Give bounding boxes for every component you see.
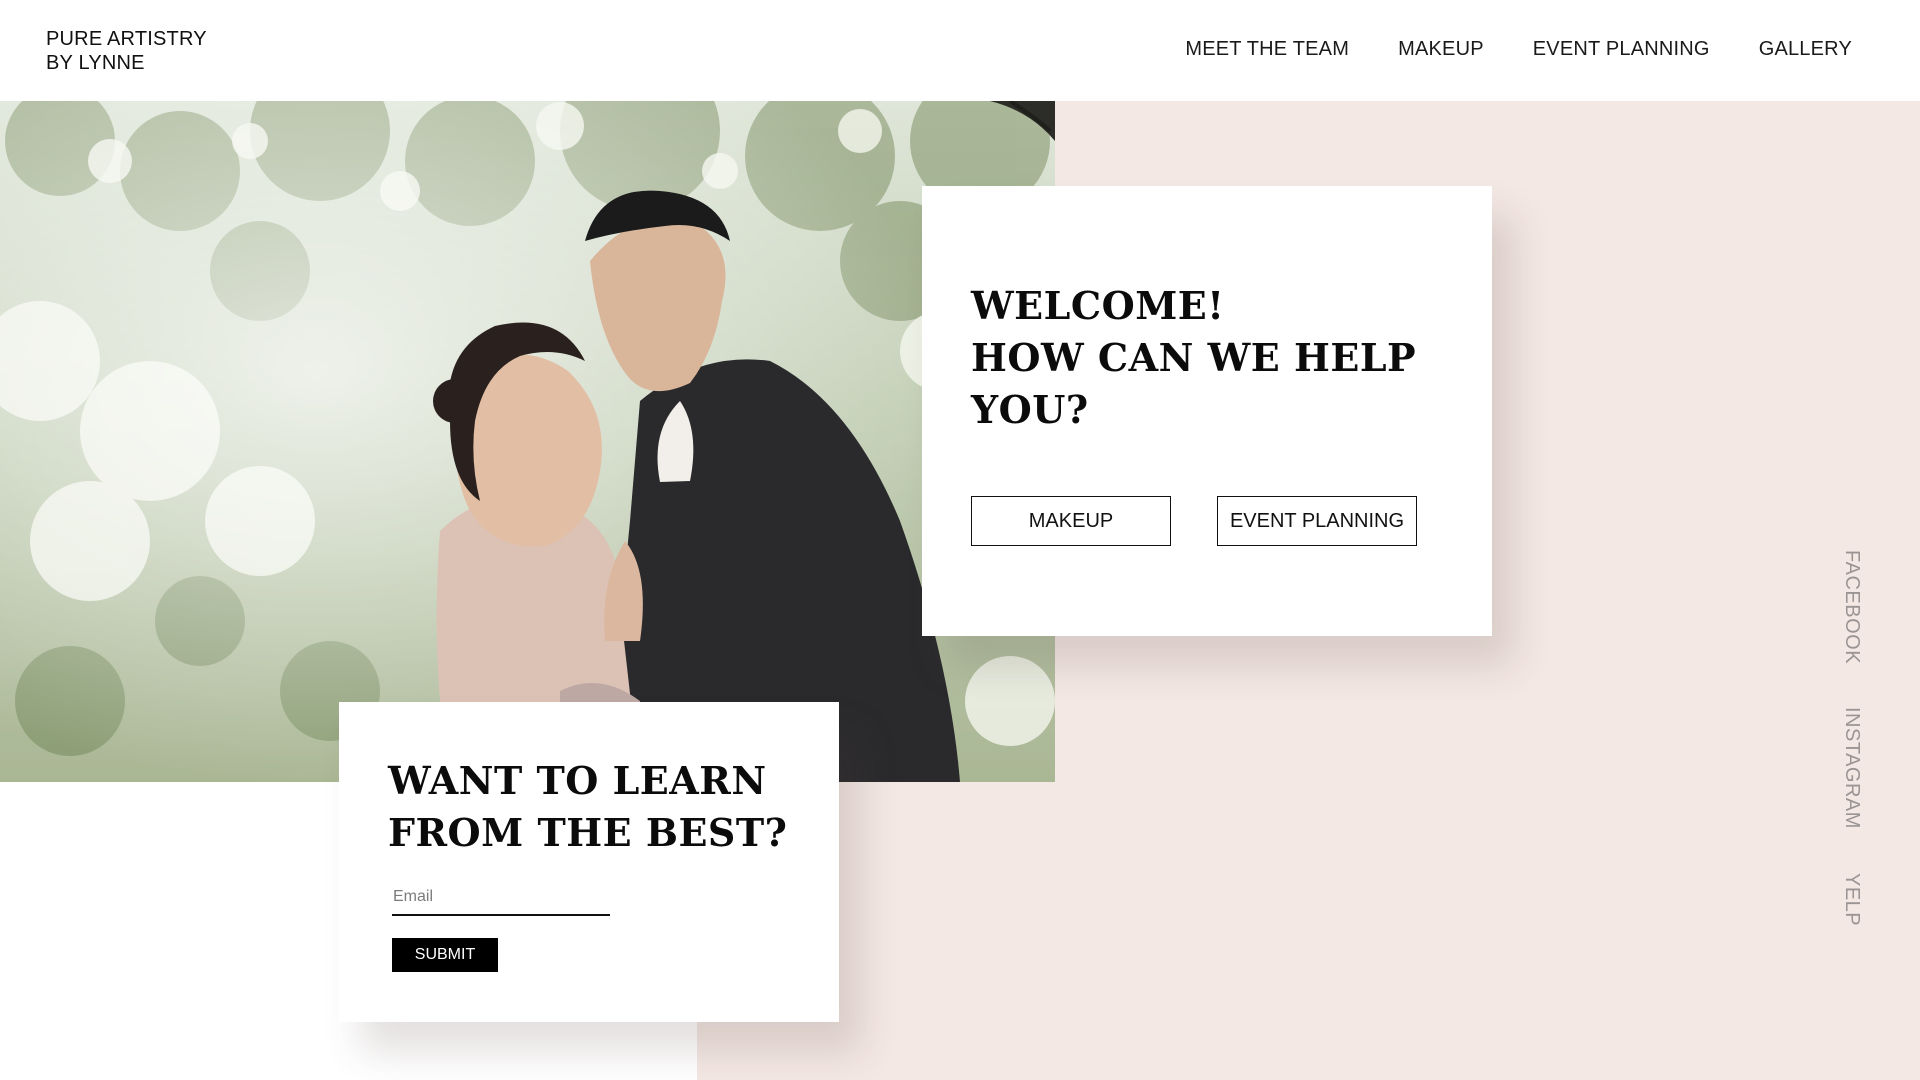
couple-photo-illustration bbox=[0, 101, 1055, 782]
nav-item-event-planning[interactable]: EVENT PLANNING bbox=[1533, 38, 1710, 61]
newsletter-card: WANT TO LEARN FROM THE BEST? SUBMIT bbox=[339, 702, 839, 1022]
event-planning-button[interactable]: EVENT PLANNING bbox=[1217, 496, 1417, 546]
email-input[interactable] bbox=[392, 884, 610, 916]
brand-logo[interactable]: PURE ARTISTRY BY LYNNE bbox=[46, 27, 207, 75]
brand-line-1: PURE ARTISTRY bbox=[46, 28, 207, 50]
instagram-link[interactable]: INSTAGRAM bbox=[1840, 707, 1863, 829]
newsletter-heading-line-2: FROM THE BEST? bbox=[388, 810, 788, 855]
brand-line-2: BY LYNNE bbox=[46, 52, 145, 74]
nav-item-makeup[interactable]: MAKEUP bbox=[1398, 38, 1484, 61]
welcome-heading-line-2: HOW CAN WE HELP bbox=[971, 335, 1417, 380]
nav-item-gallery[interactable]: GALLERY bbox=[1759, 38, 1852, 61]
submit-button[interactable]: SUBMIT bbox=[392, 938, 498, 972]
welcome-heading-line-3: YOU? bbox=[971, 387, 1089, 432]
newsletter-heading: WANT TO LEARN FROM THE BEST? bbox=[388, 755, 787, 859]
welcome-heading: WELCOME! HOW CAN WE HELP YOU? bbox=[971, 280, 1416, 436]
makeup-button[interactable]: MAKEUP bbox=[971, 496, 1171, 546]
facebook-link[interactable]: FACEBOOK bbox=[1840, 550, 1863, 664]
welcome-heading-line-1: WELCOME! bbox=[971, 283, 1225, 328]
yelp-link[interactable]: YELP bbox=[1840, 873, 1863, 926]
site-header: PURE ARTISTRY BY LYNNE MEET THE TEAM MAK… bbox=[0, 0, 1920, 101]
main-nav: MEET THE TEAM MAKEUP EVENT PLANNING GALL… bbox=[1185, 38, 1852, 61]
nav-item-meet-the-team[interactable]: MEET THE TEAM bbox=[1185, 38, 1349, 61]
newsletter-heading-line-1: WANT TO LEARN bbox=[388, 758, 767, 803]
hero-photo bbox=[0, 101, 1055, 782]
welcome-card: WELCOME! HOW CAN WE HELP YOU? MAKEUP EVE… bbox=[922, 186, 1492, 636]
